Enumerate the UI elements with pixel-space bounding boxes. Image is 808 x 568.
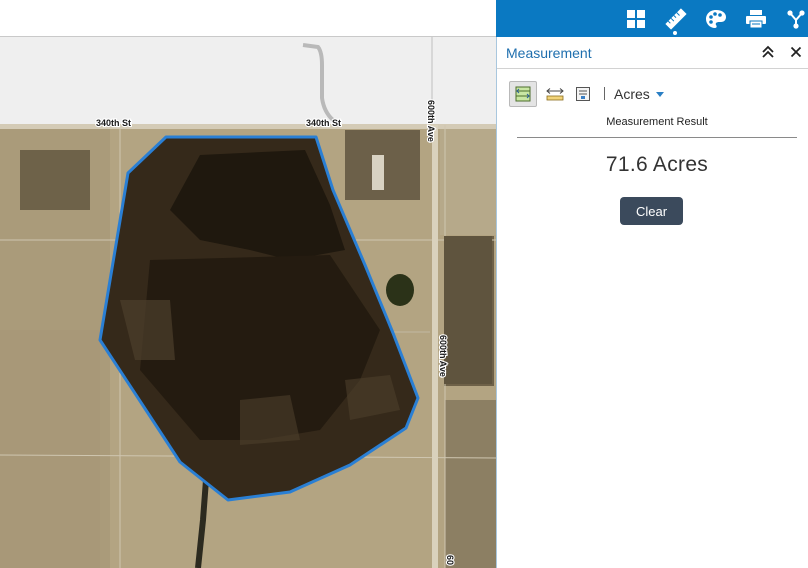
widget-toolbar — [496, 0, 808, 37]
result-heading: Measurement Result — [606, 116, 708, 128]
aerial-imagery[interactable]: 340th St 340th St 600th Ave 600th Ave 60 — [0, 37, 496, 568]
area-icon — [515, 86, 531, 102]
printer-icon — [746, 9, 766, 28]
clear-button[interactable]: Clear — [620, 197, 683, 225]
ruler-icon — [665, 7, 687, 30]
share-icon — [787, 9, 805, 29]
measurement-tool-button[interactable] — [656, 0, 696, 37]
palette-icon — [706, 9, 726, 28]
map-view[interactable]: 340th St 340th St 600th Ave 600th Ave 60 — [0, 37, 496, 568]
panel-title: Measurement — [506, 45, 592, 61]
unit-dropdown[interactable]: Acres — [614, 84, 664, 104]
location-tool-button[interactable] — [569, 81, 597, 107]
measurement-tools: Acres — [509, 81, 799, 107]
measurement-panel: Measurement Acres Measurement Result 71.… — [496, 37, 808, 568]
collapse-panel-button[interactable] — [759, 43, 777, 61]
result-divider — [517, 137, 797, 138]
area-tool-button[interactable] — [509, 81, 537, 107]
close-panel-button[interactable] — [787, 43, 805, 61]
share-tool-button[interactable] — [776, 0, 808, 37]
print-tool-button[interactable] — [736, 0, 776, 37]
app-header-blank — [0, 0, 496, 37]
caret-down-icon — [655, 91, 664, 97]
unit-label: Acres — [614, 86, 650, 102]
result-value: 71.6 Acres — [605, 153, 709, 176]
location-icon — [576, 87, 590, 101]
close-icon — [790, 46, 802, 58]
grid-icon — [627, 9, 645, 28]
distance-icon — [546, 88, 564, 101]
draw-tool-button[interactable] — [696, 0, 736, 37]
road-label-600th-mid: 600th Ave — [438, 335, 448, 377]
double-chevron-up-icon — [762, 45, 774, 58]
road-label-600th-bottom: 60 — [445, 555, 455, 565]
basemap-gallery-button[interactable] — [616, 0, 656, 37]
distance-tool-button[interactable] — [541, 81, 569, 107]
road-label-340th-left: 340th St — [96, 118, 131, 128]
panel-header: Measurement — [497, 37, 808, 69]
road-label-340th-right: 340th St — [306, 118, 341, 128]
road-label-600th-top: 600th Ave — [426, 100, 436, 142]
tool-separator — [604, 87, 605, 100]
